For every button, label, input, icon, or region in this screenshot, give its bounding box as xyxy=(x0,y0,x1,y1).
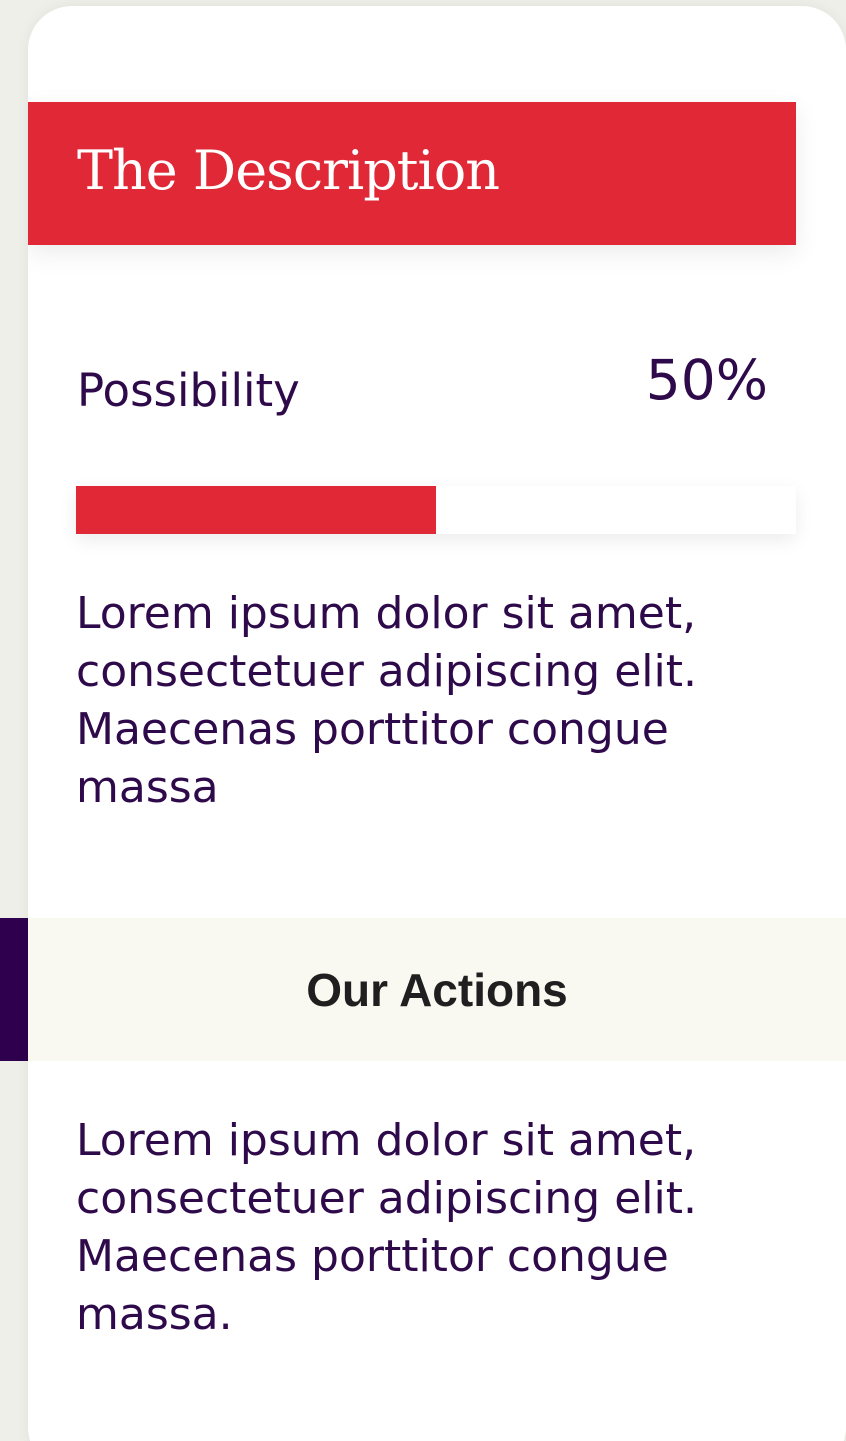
possibility-label: Possibility xyxy=(77,364,300,417)
actions-header: Our Actions xyxy=(28,918,846,1061)
description-title: The Description xyxy=(77,139,500,202)
actions-text: Lorem ipsum dolor sit amet, consectetuer… xyxy=(76,1115,697,1340)
possibility-value: 50% xyxy=(645,348,768,412)
description-text: Lorem ipsum dolor sit amet, consectetuer… xyxy=(76,588,697,813)
possibility-progress-bar xyxy=(76,486,796,534)
description-header-banner: The Description xyxy=(28,102,796,245)
side-accent-bar xyxy=(0,918,28,1061)
description-card: The Description Possibility 50% Lorem ip… xyxy=(28,6,846,1441)
possibility-progress-fill xyxy=(76,486,436,534)
page: The Description Possibility 50% Lorem ip… xyxy=(0,0,846,1441)
actions-title: Our Actions xyxy=(306,964,568,1016)
